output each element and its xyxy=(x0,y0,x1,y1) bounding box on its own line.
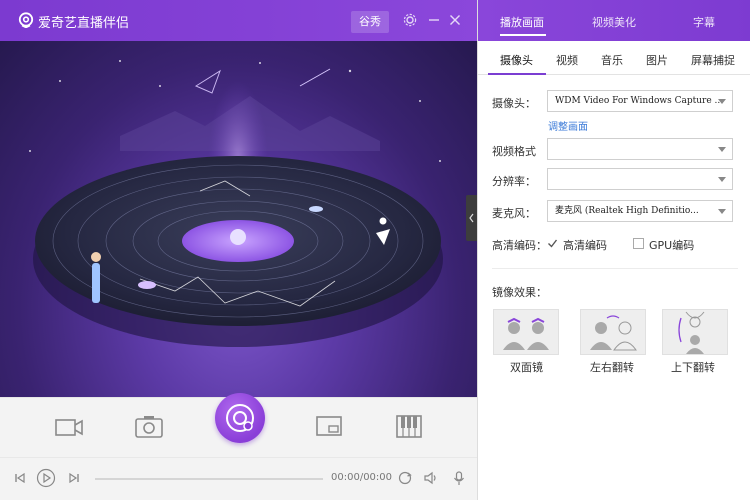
gpu-encoding-checkbox[interactable] xyxy=(633,238,644,249)
flip-horizontal-icon xyxy=(590,315,637,351)
subtab-screen-capture[interactable]: 屏幕捕捉 xyxy=(691,52,735,68)
preview-canvas xyxy=(0,41,477,397)
tab-playback-screen[interactable]: 播放画面 xyxy=(500,14,544,30)
piano-icon xyxy=(396,415,422,438)
section-divider xyxy=(492,268,738,269)
adjust-picture-link[interactable]: 调整画面 xyxy=(548,118,588,133)
gpu-encoding-option[interactable]: GPU编码 xyxy=(649,237,694,253)
double-mirror-icon xyxy=(503,317,549,350)
iqiyi-logo-icon xyxy=(18,12,34,28)
video-format-select[interactable] xyxy=(547,138,733,160)
title-bar: 爱奇艺直播伴侣 谷秀 xyxy=(0,0,477,41)
playback-bar: 00:00/00:00 xyxy=(0,457,477,500)
mirror-flip-vertical-button[interactable] xyxy=(662,309,728,355)
video-format-label: 视频格式 xyxy=(492,145,536,158)
video-camera-button[interactable] xyxy=(51,408,87,444)
settings-icon[interactable] xyxy=(402,12,418,28)
photo-camera-button[interactable] xyxy=(131,408,167,444)
mirror-flip-horizontal-label: 左右翻转 xyxy=(590,361,634,374)
chevron-down-icon xyxy=(718,147,726,152)
go-live-icon xyxy=(226,404,254,432)
microphone-value: 麦克风 (Realtek High Definitio... xyxy=(555,206,699,216)
source-subtabs: 摄像头 视频 音乐 图片 屏幕捕捉 xyxy=(478,41,750,75)
subtab-music[interactable]: 音乐 xyxy=(601,52,623,68)
minimize-icon[interactable] xyxy=(426,12,442,28)
source-toolbar xyxy=(0,393,477,457)
hd-encoding-checkbox[interactable] xyxy=(547,238,558,249)
chevron-down-icon xyxy=(718,99,726,104)
chevron-down-icon xyxy=(718,177,726,182)
volume-icon[interactable] xyxy=(422,469,440,487)
previous-icon[interactable] xyxy=(11,469,29,487)
go-live-button[interactable] xyxy=(215,393,265,443)
resolution-select[interactable] xyxy=(547,168,733,190)
piano-button[interactable] xyxy=(391,408,427,444)
vinyl-stage-illustration xyxy=(29,60,443,347)
hd-encoding-option[interactable]: 高清编码 xyxy=(563,237,607,253)
mirror-flip-vertical-label: 上下翻转 xyxy=(671,361,715,374)
microphone-label: 麦克风： xyxy=(492,207,536,220)
video-camera-icon xyxy=(55,419,83,436)
active-tab-indicator xyxy=(500,34,546,36)
panel-collapse-handle[interactable] xyxy=(466,195,477,241)
tab-subtitles[interactable]: 字幕 xyxy=(693,14,715,30)
playback-time: 00:00/00:00 xyxy=(331,472,393,483)
microphone-select[interactable]: 麦克风 (Realtek High Definitio... xyxy=(547,200,733,222)
play-icon[interactable] xyxy=(36,468,56,488)
hd-encoding-label: 高清编码： xyxy=(492,239,547,252)
picture-in-picture-button[interactable] xyxy=(311,408,347,444)
microphone-icon[interactable] xyxy=(450,469,468,487)
resolution-label: 分辨率： xyxy=(492,175,536,188)
settings-panel: 播放画面 视频美化 字幕 摄像头 视频 音乐 图片 屏幕捕捉 摄像头： WDM … xyxy=(477,0,750,500)
active-subtab-indicator xyxy=(488,73,546,75)
picture-in-picture-icon xyxy=(316,416,342,436)
mirror-double-label: 双面镜 xyxy=(510,361,543,374)
main-tabs: 播放画面 视频美化 字幕 xyxy=(478,0,750,41)
chevron-left-icon xyxy=(469,213,474,223)
mirror-flip-horizontal-button[interactable] xyxy=(580,309,646,355)
camera-select[interactable]: WDM Video For Windows Capture ... xyxy=(547,90,733,112)
mirror-double-button[interactable] xyxy=(493,309,559,355)
subtab-image[interactable]: 图片 xyxy=(646,52,668,68)
show-mode-button[interactable]: 谷秀 xyxy=(351,11,389,33)
camera-select-value: WDM Video For Windows Capture ... xyxy=(555,96,724,106)
mirror-effect-label: 镜像效果： xyxy=(492,286,547,299)
camera-label: 摄像头： xyxy=(492,97,536,110)
tab-video-beautify[interactable]: 视频美化 xyxy=(592,14,636,30)
progress-bar[interactable] xyxy=(95,478,323,480)
next-icon[interactable] xyxy=(65,469,83,487)
subtab-camera[interactable]: 摄像头 xyxy=(500,52,533,68)
close-icon[interactable] xyxy=(447,12,463,28)
app-title: 爱奇艺直播伴侣 xyxy=(38,16,130,31)
loop-icon[interactable] xyxy=(396,469,414,487)
chevron-down-icon xyxy=(718,209,726,214)
flip-vertical-icon xyxy=(678,311,705,354)
photo-camera-icon xyxy=(135,416,163,438)
subtab-video[interactable]: 视频 xyxy=(556,52,578,68)
